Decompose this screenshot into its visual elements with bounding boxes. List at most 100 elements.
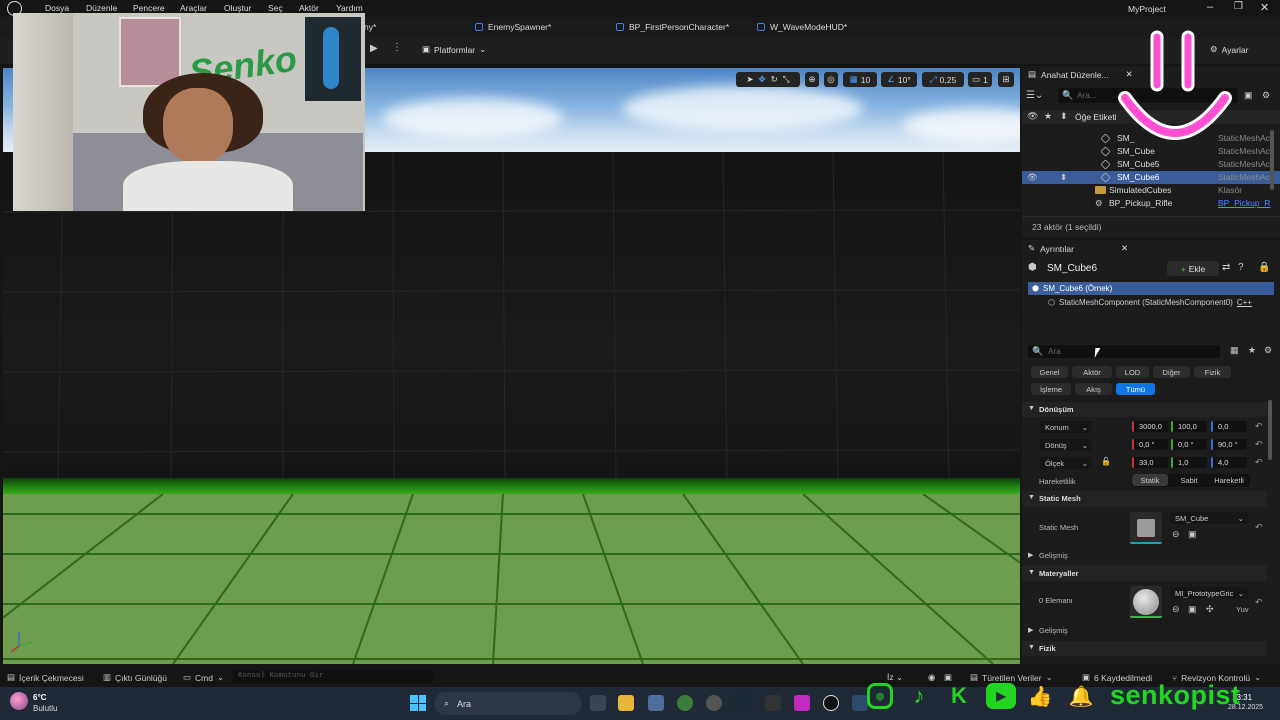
browse-icon[interactable]: ▣ xyxy=(1188,529,1197,540)
scale-icon[interactable]: ⤡ xyxy=(783,74,790,85)
category-other[interactable]: Diğer xyxy=(1153,366,1190,378)
tab-details[interactable]: ✎ Ayrıntılar ✕ xyxy=(1028,240,1128,257)
output-log-button[interactable]: ▥ Çıktı Günlüğü xyxy=(103,672,167,683)
pin-icon[interactable]: ⬍ xyxy=(1060,172,1067,183)
maximize-icon[interactable]: ❐ xyxy=(1234,1,1243,12)
content-drawer-button[interactable]: ▤ İçerik Çekmecesi xyxy=(7,672,84,683)
static-mesh-picker[interactable]: SM_Cube ⌄ xyxy=(1170,512,1248,524)
menu-window[interactable]: Pencere xyxy=(133,3,165,13)
filter-icon[interactable]: ☰⌄ xyxy=(1026,90,1043,101)
component-row[interactable]: ⬡ StaticMeshComponent (StaticMeshComponen… xyxy=(1048,298,1252,307)
blueprint-convert-icon[interactable]: ⇄ xyxy=(1222,262,1230,273)
use-selected-icon[interactable]: ⊖ xyxy=(1172,529,1180,540)
transform-tools[interactable]: ➤ ✥ ↻ ⤡ xyxy=(736,72,800,87)
outliner-row-selected[interactable]: 👁 ⬍ SM_Cube6 StaticMeshAc xyxy=(1022,171,1280,184)
close-window-icon[interactable]: ✕ xyxy=(1260,1,1269,14)
actor-name-field[interactable]: SM_Cube6 xyxy=(1047,263,1097,274)
category-physics[interactable]: Fizik xyxy=(1194,366,1231,378)
material-thumbnail[interactable] xyxy=(1130,586,1162,618)
scale-snap-button[interactable]: ⤢ 0,25 xyxy=(922,72,964,87)
world-local-icon[interactable]: ⊕ xyxy=(805,72,819,87)
category-rendering[interactable]: İşleme xyxy=(1031,383,1071,395)
rotate-icon[interactable]: ↻ xyxy=(771,74,778,85)
browse-icon[interactable]: ▣ xyxy=(1188,604,1197,615)
menu-edit[interactable]: Düzenle xyxy=(86,3,117,13)
unreal-engine-icon[interactable] xyxy=(823,695,839,711)
derived-data-button[interactable]: ▤ Türetilen Veriler ⌄ xyxy=(970,672,1053,683)
rotation-mode-dropdown[interactable]: Dönüş ⌄ xyxy=(1040,439,1092,451)
menu-create[interactable]: Oluştur xyxy=(224,3,251,13)
reset-icon[interactable]: ↶ xyxy=(1255,421,1263,432)
scale-z-input[interactable]: 4,0 xyxy=(1211,457,1247,468)
table-view-icon[interactable]: ▦ xyxy=(1230,345,1239,356)
reset-icon[interactable]: ↶ xyxy=(1255,457,1263,468)
category-streaming[interactable]: Akış xyxy=(1075,383,1112,395)
outliner-scrollbar[interactable] xyxy=(1270,130,1274,190)
store-icon[interactable] xyxy=(648,695,664,711)
reset-icon[interactable]: ↶ xyxy=(1255,439,1263,450)
category-lod[interactable]: LOD xyxy=(1116,366,1149,378)
reset-icon[interactable]: ↶ xyxy=(1255,522,1263,533)
section-static-mesh[interactable]: Static Mesh xyxy=(1022,491,1267,506)
grid-snap-button[interactable]: ▦ 10 xyxy=(843,72,877,87)
weather-icon[interactable] xyxy=(10,692,28,710)
menu-select[interactable]: Seç xyxy=(268,3,283,13)
reset-icon[interactable]: ↶ xyxy=(1255,597,1263,608)
mobility-stationary[interactable]: Sabit xyxy=(1171,474,1207,486)
mobility-movable[interactable]: Hareketli xyxy=(1210,474,1248,486)
category-general[interactable]: Genel xyxy=(1031,366,1068,378)
outliner-settings-icon[interactable]: ⚙ xyxy=(1262,90,1270,101)
move-icon[interactable]: ✥ xyxy=(759,74,766,85)
angle-snap-button[interactable]: ∠ 10° xyxy=(881,72,917,87)
app-icon[interactable] xyxy=(794,695,810,711)
windows-start-icon[interactable] xyxy=(410,695,426,711)
details-search-input[interactable]: 🔍 Ara xyxy=(1028,345,1220,358)
component-source-link[interactable]: C++ xyxy=(1237,298,1252,307)
console-input[interactable]: Konsol Komutunu Gir xyxy=(233,670,433,683)
tab-enemyspawner[interactable]: EnemySpawner* xyxy=(475,22,551,32)
menu-actor[interactable]: Aktör xyxy=(299,3,319,13)
use-selected-icon[interactable]: ⊖ xyxy=(1172,604,1180,615)
rotation-y-input[interactable]: 0,0 ° xyxy=(1171,439,1207,450)
advanced-expander[interactable]: Gelişmiş xyxy=(1022,548,1267,562)
texture-icon[interactable]: ✣ xyxy=(1206,604,1214,615)
section-transform[interactable]: Dönüşüm xyxy=(1022,402,1267,417)
obs-icon[interactable] xyxy=(706,695,722,711)
cmd-dropdown[interactable]: ▭ Cmd ⌄ xyxy=(183,672,224,683)
scale-y-input[interactable]: 1,0 xyxy=(1171,457,1207,468)
section-physics[interactable]: Fizik xyxy=(1022,641,1267,656)
row-type-link[interactable]: BP_Pickup_R xyxy=(1218,198,1270,208)
task-view-icon[interactable] xyxy=(590,695,606,711)
minimize-icon[interactable]: – xyxy=(1207,1,1213,13)
add-folder-icon[interactable]: ▣ xyxy=(1244,90,1253,101)
details-scrollbar[interactable] xyxy=(1268,400,1272,460)
component-instance-row[interactable]: ⬢ SM_Cube6 (Örnek) xyxy=(1028,282,1274,295)
advanced-expander-2[interactable]: Gelişmiş xyxy=(1022,623,1267,637)
more-options-icon[interactable]: ⋮ xyxy=(392,42,402,53)
menu-help[interactable]: Yardım xyxy=(336,3,363,13)
outliner-row[interactable]: SM_Cube5 StaticMeshAc xyxy=(1022,158,1280,171)
section-materials[interactable]: Materyaller xyxy=(1022,566,1267,581)
camera-speed-button[interactable]: ▭ 1 xyxy=(968,72,992,87)
scale-x-input[interactable]: 33,0 xyxy=(1132,457,1168,468)
tab-firstpersoncharacter[interactable]: BP_FirstPersonCharacter* xyxy=(616,22,729,32)
close-tab-icon[interactable]: ✕ xyxy=(1121,243,1128,254)
add-component-button[interactable]: + Ekle xyxy=(1167,261,1219,276)
screenshot-icon[interactable]: ▣ xyxy=(944,672,952,683)
platforms-button[interactable]: ▣ Platformlar ⌄ xyxy=(422,44,486,55)
category-all[interactable]: Tümü xyxy=(1116,383,1155,395)
material-picker[interactable]: MI_PrototypeGric ⌄ xyxy=(1170,587,1248,599)
tab-level[interactable]: ny* xyxy=(364,22,376,32)
tab-wavemodehud[interactable]: W_WaveModeHUD* xyxy=(757,22,847,32)
epic-games-icon[interactable] xyxy=(765,695,781,711)
scale-lock-icon[interactable]: 🔓 xyxy=(1101,457,1111,466)
help-icon[interactable]: ? xyxy=(1238,262,1244,273)
location-x-input[interactable]: 3000,0 xyxy=(1132,421,1168,432)
record-icon[interactable]: ◉ xyxy=(928,672,935,683)
location-y-input[interactable]: 100,0 xyxy=(1171,421,1207,432)
editor-icon[interactable] xyxy=(852,695,868,711)
play-icon[interactable]: ▶ xyxy=(370,43,378,54)
select-cursor-icon[interactable]: ➤ xyxy=(746,74,753,85)
column-item-label[interactable]: Öğe Etiketi xyxy=(1075,112,1117,122)
location-z-input[interactable]: 0,0 xyxy=(1211,421,1247,432)
